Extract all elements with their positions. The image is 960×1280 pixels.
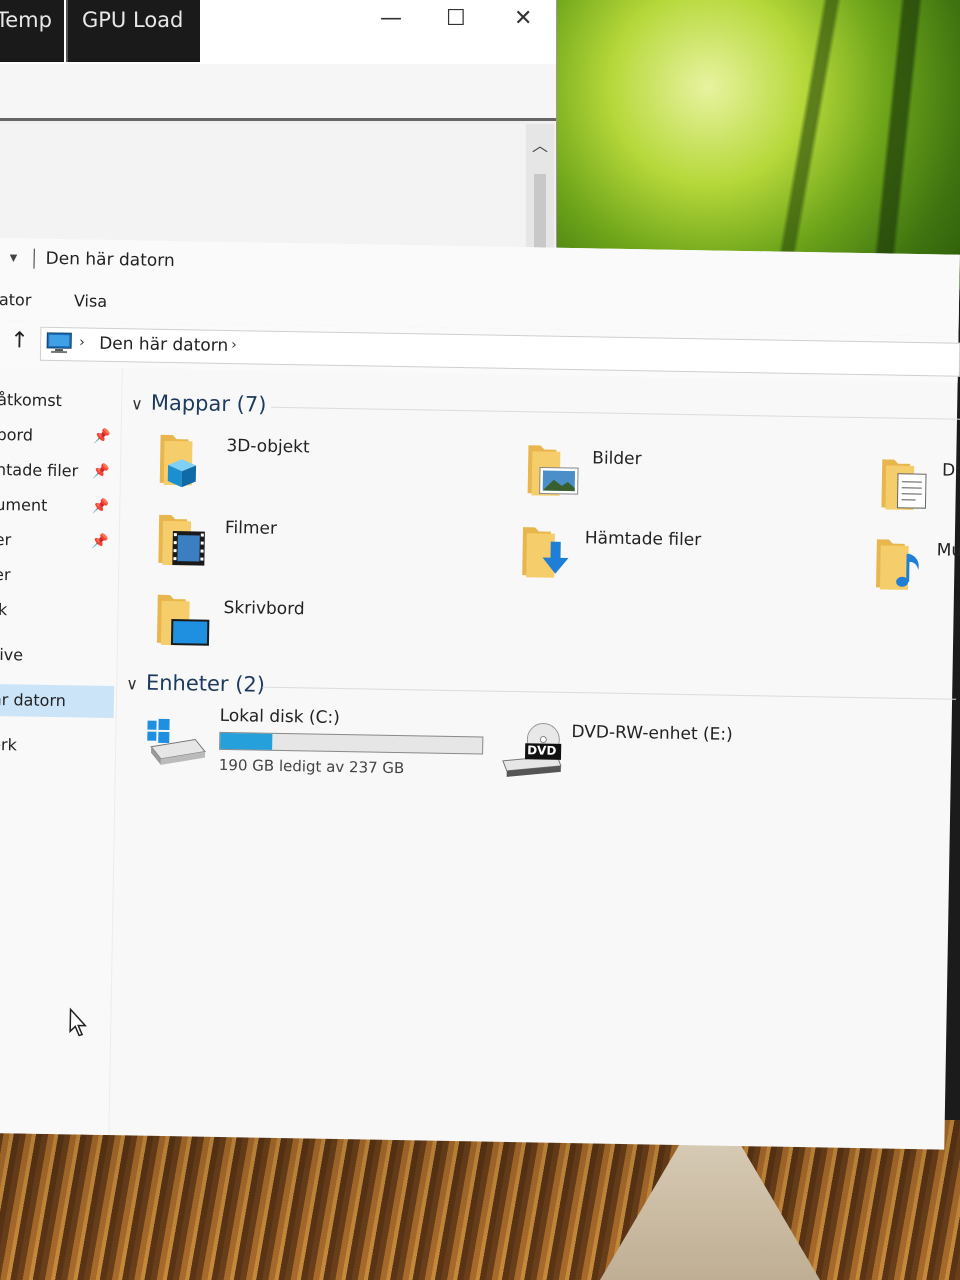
dvd-badge: DVD (527, 743, 557, 758)
breadcrumb-chevron-icon[interactable]: › (231, 337, 237, 353)
drive-tile-c[interactable]: Lokal disk (C:) 190 GB ledigt av 237 GB (144, 705, 505, 791)
folder-label: Bilder (592, 448, 642, 470)
desktop-folder-icon (156, 594, 210, 646)
drive-label: Lokal disk (C:) (219, 705, 341, 729)
pin-icon[interactable]: 📌 (91, 526, 109, 558)
music-folder-icon (876, 539, 919, 590)
folder-label: Skrivbord (223, 597, 305, 620)
folder-label: Filmer (224, 517, 278, 539)
nav-item[interactable]: åtkomst (0, 384, 119, 418)
folder-tile-3d-objekt[interactable]: 3D-objekt (157, 431, 358, 504)
drive-usage-fill (220, 732, 273, 750)
background-window-titlebar: Temp GPU Load — ☐ ✕ (0, 0, 556, 64)
chevron-down-icon[interactable]: ∨ (126, 674, 138, 693)
nav-item-label: rive (0, 644, 24, 665)
tab-temp[interactable]: Temp (0, 0, 64, 62)
group-title: Enheter (2) (145, 670, 266, 697)
group-title: Mappar (7) (150, 390, 267, 417)
nav-item[interactable]: ntade filer 📌 (0, 454, 118, 488)
nav-item[interactable]: er 📌 (0, 524, 117, 558)
background-window-toolbar (0, 64, 556, 121)
computer-icon (46, 332, 72, 354)
group-header-devices[interactable]: ∨ Enheter (2) (126, 670, 266, 697)
folder-tile-hamtade-filer[interactable]: Hämtade filer (520, 523, 741, 597)
nav-item-den-har-datorn[interactable]: är datorn (0, 683, 115, 719)
folder-label: Mu (936, 540, 960, 561)
group-header-folders[interactable]: ∨ Mappar (7) (131, 390, 267, 417)
folder-tile-filmer[interactable]: Filmer (156, 511, 357, 584)
file-explorer-window: ▾ Den här datorn ator Visa ↑ › Den här d… (0, 238, 960, 1150)
window-title: Den här datorn (45, 248, 175, 272)
drive-tile-dvd[interactable]: DVD DVD-RW-enhet (E:) (500, 721, 801, 796)
desktop-wallpaper-top (540, 0, 960, 290)
background-window: Temp GPU Load — ☐ ✕ ︿ (0, 0, 557, 270)
menu-dator[interactable]: ator (0, 290, 32, 310)
group-divider (262, 686, 957, 700)
maximize-button[interactable]: ☐ (446, 6, 466, 31)
folder-tile-skrivbord[interactable]: Skrivbord (155, 591, 356, 664)
windows-drive-icon (147, 718, 206, 765)
nav-item-label: ik (0, 599, 8, 620)
drive-label: DVD-RW-enhet (E:) (571, 722, 733, 745)
drive-free-space: 190 GB ledigt av 237 GB (218, 755, 405, 778)
breadcrumb-chevron-icon[interactable]: › (79, 334, 85, 350)
folder-label: Do (941, 460, 960, 481)
folder-tile-bilder[interactable]: Bilder (525, 441, 726, 514)
3d-objects-folder-icon (159, 434, 197, 488)
divider (33, 248, 35, 269)
drive-usage-bar (219, 731, 484, 755)
quick-access-dropdown-icon[interactable]: ▾ (10, 248, 18, 266)
minimize-button[interactable]: — (380, 6, 402, 31)
breadcrumb-den-har-datorn[interactable]: Den här datorn (99, 334, 228, 356)
downloads-folder-icon (522, 527, 569, 578)
videos-folder-icon (158, 514, 205, 566)
up-arrow-icon[interactable]: ↑ (10, 328, 29, 353)
chevron-down-icon[interactable]: ∨ (131, 394, 143, 413)
nav-item-label: erk (0, 734, 18, 755)
nav-item[interactable]: bord 📌 (0, 419, 119, 453)
folder-tile-musik[interactable]: Mu (874, 535, 960, 606)
pin-icon[interactable]: 📌 (92, 491, 110, 523)
nav-item[interactable]: er (0, 559, 116, 593)
folder-tile-dokument[interactable]: Do (879, 455, 960, 526)
folder-label: 3D-objekt (226, 435, 310, 458)
pin-icon[interactable]: 📌 (92, 456, 110, 488)
nav-item-label: är datorn (0, 689, 67, 711)
nav-item-natverk[interactable]: erk (0, 729, 113, 763)
scroll-up-icon[interactable]: ︿ (532, 132, 548, 156)
content-pane: ∨ Mappar (7) 3D-objekt Bilder Do Filmer … (108, 368, 960, 1149)
close-button[interactable]: ✕ (514, 6, 532, 31)
navigation-pane: åtkomst bord 📌 ntade filer 📌 ument 📌 er 📌 er… (0, 365, 123, 1136)
menu-visa[interactable]: Visa (74, 291, 108, 311)
tab-gpu-load[interactable]: GPU Load (66, 0, 200, 62)
nav-item-label: ntade filer (0, 459, 79, 481)
nav-item-label: er (0, 564, 11, 585)
nav-item-label: bord (0, 424, 34, 445)
nav-item-label: er (0, 529, 12, 550)
nav-item[interactable]: ik (0, 594, 116, 628)
folder-label: Hämtade filer (584, 528, 702, 551)
nav-item-label: ument (0, 494, 48, 515)
nav-item[interactable]: ument 📌 (0, 489, 118, 523)
documents-folder-icon (881, 459, 927, 510)
group-divider (271, 406, 960, 420)
mouse-cursor-icon (69, 1007, 87, 1037)
pictures-folder-icon (527, 445, 579, 496)
nav-item-onedrive[interactable]: rive (0, 639, 115, 673)
nav-item-label: åtkomst (0, 389, 63, 411)
pin-icon[interactable]: 📌 (93, 421, 111, 453)
